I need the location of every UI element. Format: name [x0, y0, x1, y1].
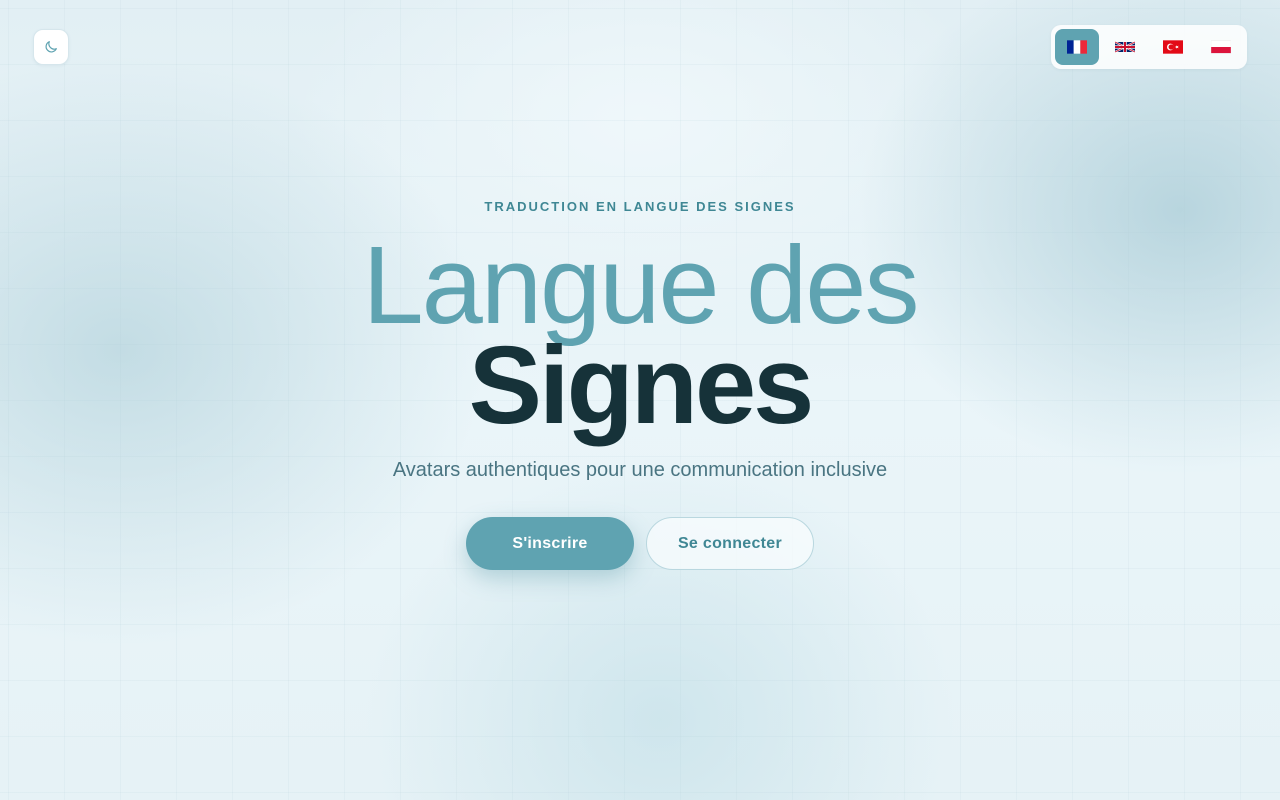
signup-button[interactable]: S'inscrire — [466, 517, 634, 570]
language-switcher — [1051, 25, 1247, 69]
flag-poland-icon — [1211, 40, 1231, 54]
language-option-tr[interactable] — [1151, 29, 1195, 65]
login-button[interactable]: Se connecter — [646, 517, 814, 570]
flag-france-icon — [1067, 40, 1087, 54]
hero-title-bold: Signes — [468, 324, 815, 447]
hero-subtitle: Avatars authentiques pour une communicat… — [392, 459, 888, 481]
moon-icon — [45, 41, 57, 53]
theme-toggle-button[interactable] — [33, 29, 69, 65]
language-option-fr[interactable] — [1055, 29, 1099, 65]
hero-eyebrow: TRADUCTION EN LANGUE DES SIGNES — [484, 199, 796, 214]
language-option-pl[interactable] — [1199, 29, 1243, 65]
language-option-en[interactable] — [1103, 29, 1147, 65]
flag-turkey-icon — [1163, 40, 1183, 54]
flag-uk-icon — [1115, 41, 1135, 53]
